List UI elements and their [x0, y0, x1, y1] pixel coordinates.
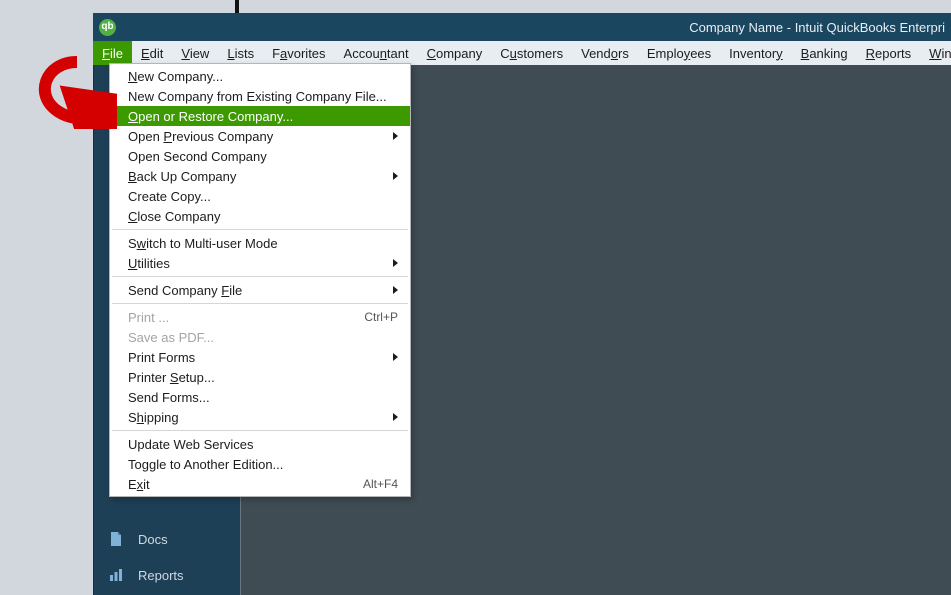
menu-item-label: Close Company — [128, 209, 221, 224]
menu-item-label: Send Company File — [128, 283, 242, 298]
dd-send-company-file[interactable]: Send Company File — [110, 280, 410, 300]
menu-item-label: Toggle to Another Edition... — [128, 457, 283, 472]
dd-switch-multiuser[interactable]: Switch to Multi-user Mode — [110, 233, 410, 253]
menu-customers[interactable]: Customers — [491, 41, 572, 65]
submenu-arrow-icon — [393, 353, 398, 361]
menu-file[interactable]: File — [93, 41, 132, 65]
menu-separator — [112, 430, 408, 431]
menu-item-label: New Company... — [128, 69, 223, 84]
menu-item-label: Print ... — [128, 310, 169, 325]
dd-open-previous[interactable]: Open Previous Company — [110, 126, 410, 146]
file-menu-dropdown: New Company... New Company from Existing … — [109, 63, 411, 497]
menu-reports[interactable]: Reports — [857, 41, 921, 65]
menu-lists[interactable]: Lists — [218, 41, 263, 65]
menu-label: Window — [929, 46, 951, 61]
dd-backup[interactable]: Back Up Company — [110, 166, 410, 186]
menu-item-label: Switch to Multi-user Mode — [128, 236, 278, 251]
sidebar-item-reports[interactable]: Reports — [94, 557, 240, 593]
menu-label: Reports — [866, 46, 912, 61]
menu-label: Inventory — [729, 46, 782, 61]
menu-view[interactable]: View — [172, 41, 218, 65]
submenu-arrow-icon — [393, 259, 398, 267]
menu-favorites[interactable]: Favorites — [263, 41, 334, 65]
menu-label: Lists — [227, 46, 254, 61]
dd-new-company[interactable]: New Company... — [110, 66, 410, 86]
submenu-arrow-icon — [393, 172, 398, 180]
menu-item-shortcut: Alt+F4 — [363, 477, 398, 491]
menu-bar: File Edit View Lists Favorites Accountant Comp… — [93, 41, 951, 65]
menu-label: Company — [427, 46, 483, 61]
title-bar: qb Company Name - Intuit QuickBooks Ente… — [93, 13, 951, 41]
dd-update-web[interactable]: Update Web Services — [110, 434, 410, 454]
menu-item-label: Create Copy... — [128, 189, 211, 204]
dd-exit[interactable]: Exit Alt+F4 — [110, 474, 410, 494]
menu-separator — [112, 229, 408, 230]
menu-item-label: Print Forms — [128, 350, 195, 365]
submenu-arrow-icon — [393, 413, 398, 421]
menu-label: Customers — [500, 46, 563, 61]
menu-item-label: Update Web Services — [128, 437, 254, 452]
dd-utilities[interactable]: Utilities — [110, 253, 410, 273]
menu-company[interactable]: Company — [418, 41, 492, 65]
dd-toggle-edition[interactable]: Toggle to Another Edition... — [110, 454, 410, 474]
submenu-arrow-icon — [393, 286, 398, 294]
dd-send-forms[interactable]: Send Forms... — [110, 387, 410, 407]
menu-label: Edit — [141, 46, 163, 61]
dd-printer-setup[interactable]: Printer Setup... — [110, 367, 410, 387]
menu-vendors[interactable]: Vendors — [572, 41, 638, 65]
menu-item-shortcut: Ctrl+P — [364, 310, 398, 324]
menu-label: File — [102, 46, 123, 61]
menu-item-label: Open Previous Company — [128, 129, 273, 144]
menu-banking[interactable]: Banking — [792, 41, 857, 65]
sidebar-item-label: Docs — [138, 532, 168, 547]
chart-icon — [108, 567, 124, 583]
quickbooks-logo-icon: qb — [99, 19, 116, 36]
dd-open-second[interactable]: Open Second Company — [110, 146, 410, 166]
dd-print: Print ... Ctrl+P — [110, 307, 410, 327]
menu-item-label: Open or Restore Company... — [128, 109, 293, 124]
menu-separator — [112, 276, 408, 277]
submenu-arrow-icon — [393, 132, 398, 140]
doc-icon — [108, 531, 124, 547]
dd-shipping[interactable]: Shipping — [110, 407, 410, 427]
background-strip — [235, 0, 239, 13]
dd-print-forms[interactable]: Print Forms — [110, 347, 410, 367]
menu-label: Favorites — [272, 46, 325, 61]
window-title: Company Name - Intuit QuickBooks Enterpr… — [689, 20, 945, 35]
menu-label: Employees — [647, 46, 711, 61]
menu-item-label: New Company from Existing Company File..… — [128, 89, 387, 104]
menu-label: Vendors — [581, 46, 629, 61]
menu-item-label: Send Forms... — [128, 390, 210, 405]
menu-item-label: Exit — [128, 477, 150, 492]
dd-open-restore[interactable]: Open or Restore Company... — [110, 106, 410, 126]
menu-item-label: Shipping — [128, 410, 179, 425]
dd-create-copy[interactable]: Create Copy... — [110, 186, 410, 206]
dd-save-pdf: Save as PDF... — [110, 327, 410, 347]
dd-close-company[interactable]: Close Company — [110, 206, 410, 226]
dd-new-from-existing[interactable]: New Company from Existing Company File..… — [110, 86, 410, 106]
menu-inventory[interactable]: Inventory — [720, 41, 791, 65]
menu-item-label: Back Up Company — [128, 169, 236, 184]
menu-separator — [112, 303, 408, 304]
app-window: qb Company Name - Intuit QuickBooks Ente… — [93, 13, 951, 595]
menu-label: View — [181, 46, 209, 61]
menu-label: Accountant — [344, 46, 409, 61]
sidebar-item-docs[interactable]: Docs — [94, 521, 240, 557]
menu-edit[interactable]: Edit — [132, 41, 172, 65]
sidebar-item-label: Reports — [138, 568, 184, 583]
menu-item-label: Utilities — [128, 256, 170, 271]
menu-item-label: Open Second Company — [128, 149, 267, 164]
menu-window[interactable]: Window — [920, 41, 951, 65]
menu-accountant[interactable]: Accountant — [335, 41, 418, 65]
menu-item-label: Save as PDF... — [128, 330, 214, 345]
menu-label: Banking — [801, 46, 848, 61]
menu-employees[interactable]: Employees — [638, 41, 720, 65]
menu-item-label: Printer Setup... — [128, 370, 215, 385]
